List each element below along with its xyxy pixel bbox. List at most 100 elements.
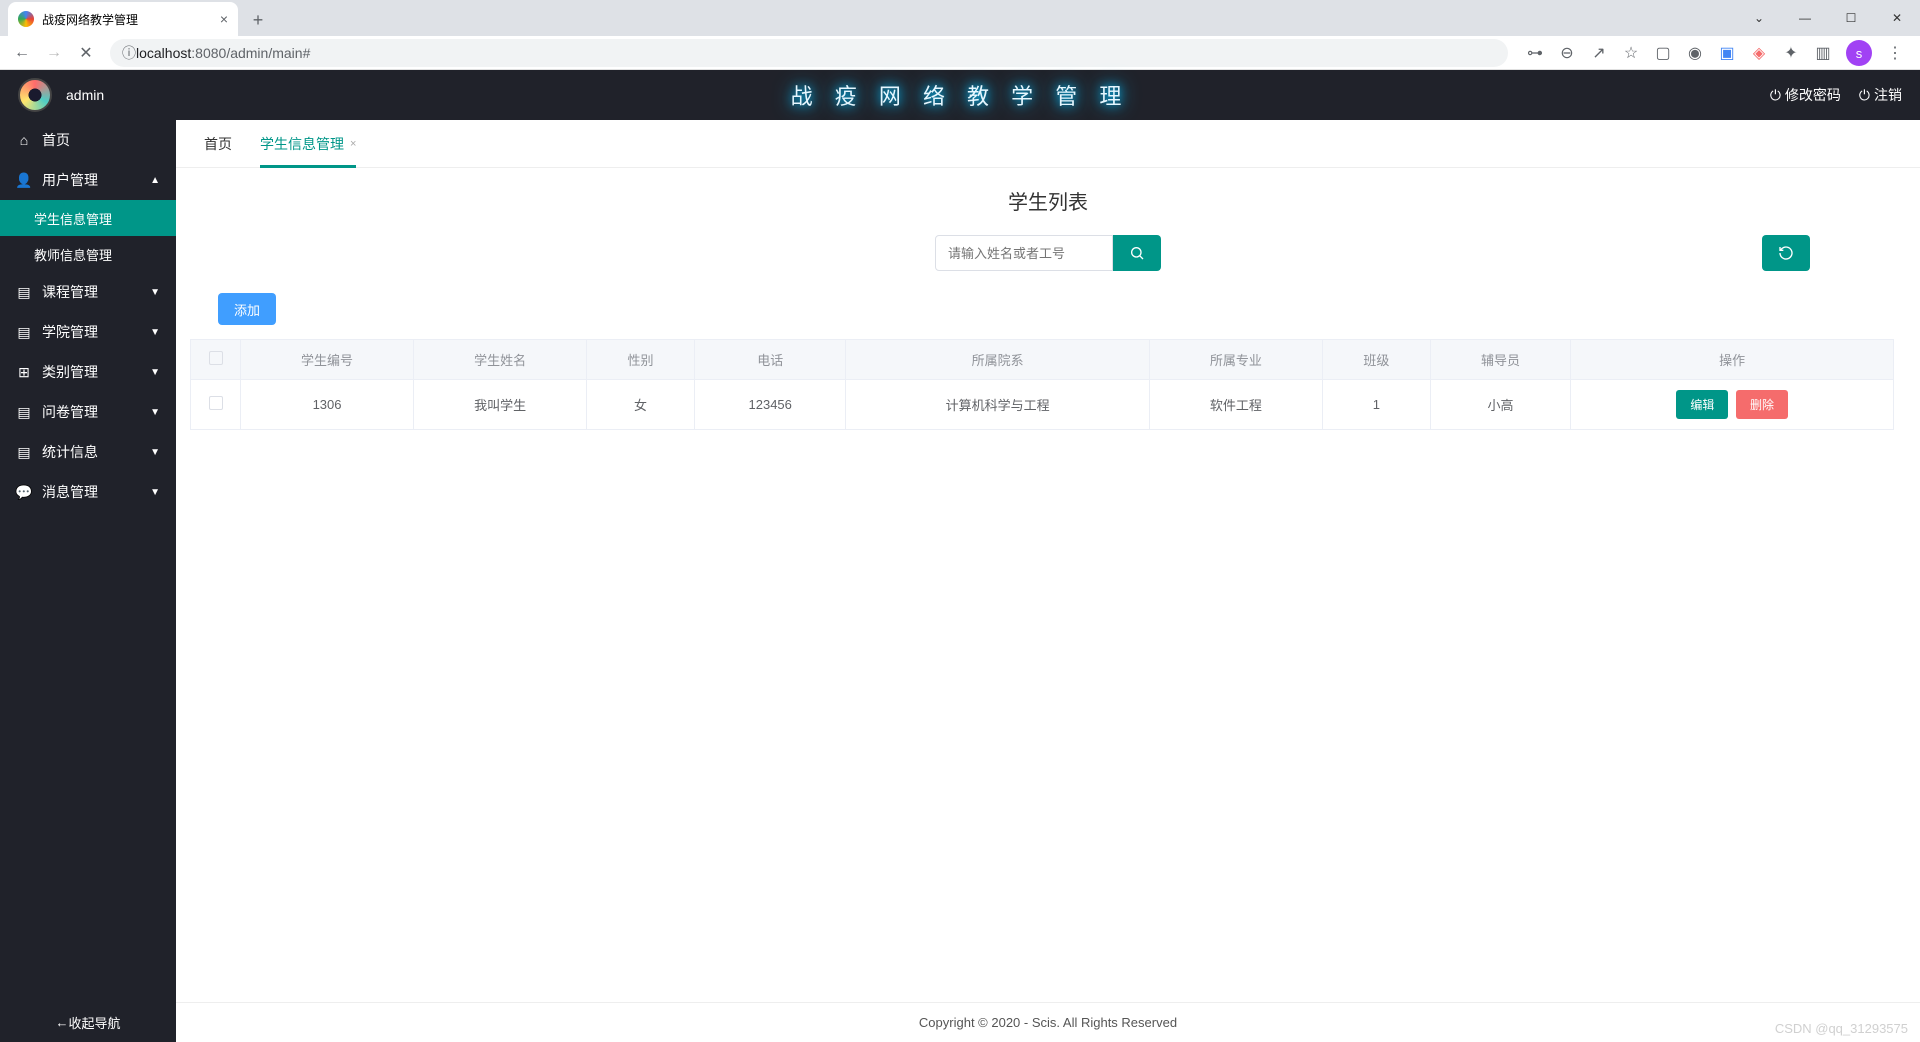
chevron-down-icon: ▼ (150, 327, 160, 338)
cell-name: 我叫学生 (414, 380, 587, 430)
add-button[interactable]: 添加 (218, 293, 276, 325)
url-field[interactable]: ⓘ localhost :8080 /admin/main# (110, 39, 1508, 67)
chevron-down-icon: ▼ (150, 287, 160, 298)
sidebar-item-college[interactable]: ▤ 学院管理 ▼ (0, 312, 176, 352)
sidebar-item-stats[interactable]: ▤ 统计信息 ▼ (0, 432, 176, 472)
change-password-button[interactable]: ⏻ 修改密码 (1770, 85, 1841, 105)
edit-button[interactable]: 编辑 (1676, 390, 1728, 419)
power-icon: ⏻ (1859, 87, 1870, 104)
forward-button[interactable]: → (40, 39, 68, 67)
cell-tutor: 小高 (1430, 380, 1570, 430)
col-class: 班级 (1322, 340, 1430, 380)
menu-icon[interactable]: ⋮ (1886, 44, 1904, 62)
user-icon: 👤 (16, 172, 32, 189)
col-dept: 所属院系 (846, 340, 1149, 380)
username-label: admin (66, 87, 104, 103)
chevron-down-icon: ▼ (150, 447, 160, 458)
col-gender: 性别 (587, 340, 695, 380)
sidebar-item-label: 问卷管理 (42, 402, 98, 422)
sidebar-item-label: 教师信息管理 (34, 245, 112, 264)
sidebar-subitem-student[interactable]: 学生信息管理 (0, 200, 176, 236)
page-title: 学生列表 (176, 168, 1920, 227)
star-icon[interactable]: ☆ (1622, 44, 1640, 62)
data-table: 学生编号 学生姓名 性别 电话 所属院系 所属专业 班级 辅导员 操作 (190, 339, 1894, 430)
search-row (176, 227, 1920, 289)
doc-icon: ▤ (16, 324, 32, 341)
puzzle-icon[interactable]: ✦ (1782, 44, 1800, 62)
key-icon[interactable]: ⊶ (1526, 44, 1544, 62)
camera-icon[interactable]: ◉ (1686, 44, 1704, 62)
tab-student-info[interactable]: 学生信息管理 × (260, 120, 356, 168)
logout-label: 注销 (1874, 85, 1902, 105)
app-title: 战 疫 网 络 教 学 管 理 (791, 79, 1130, 111)
sidebar-item-label: 学生信息管理 (34, 209, 112, 228)
chevron-down-icon[interactable]: ⌄ (1736, 2, 1782, 34)
url-path: /admin/main# (226, 45, 310, 61)
tab-home[interactable]: 首页 (204, 120, 232, 168)
close-tab-icon[interactable]: × (220, 11, 228, 27)
share-icon[interactable]: ↗ (1590, 44, 1608, 62)
logout-button[interactable]: ⏻ 注销 (1859, 85, 1902, 105)
cell-major: 软件工程 (1149, 380, 1322, 430)
cell-id: 1306 (241, 380, 414, 430)
profile-avatar[interactable]: s (1846, 40, 1872, 66)
col-id: 学生编号 (241, 340, 414, 380)
collapse-label: 收起导航 (68, 1013, 120, 1032)
info-icon: ⓘ (122, 43, 136, 63)
sidebar-item-survey[interactable]: ▤ 问卷管理 ▼ (0, 392, 176, 432)
sidebar-item-label: 学院管理 (42, 322, 98, 342)
footer: Copyright © 2020 - Scis. All Rights Rese… (176, 1002, 1920, 1042)
page-tabs: 首页 学生信息管理 × (176, 120, 1920, 168)
sidebar-item-messages[interactable]: 💬 消息管理 ▼ (0, 472, 176, 512)
sidebar-item-user-mgmt[interactable]: 👤 用户管理 ▲ (0, 160, 176, 200)
sidebar-item-category[interactable]: ⊞ 类别管理 ▼ (0, 352, 176, 392)
plus-icon: ⊞ (16, 364, 32, 381)
new-tab-button[interactable]: + (244, 6, 272, 34)
browser-tab[interactable]: 战疫网络教学管理 × (8, 2, 238, 36)
tab-title: 战疫网络教学管理 (42, 11, 138, 28)
search-input[interactable] (935, 235, 1113, 271)
watermark: CSDN @qq_31293575 (1775, 1021, 1908, 1036)
sidebar-subitem-teacher[interactable]: 教师信息管理 (0, 236, 176, 272)
col-ops: 操作 (1571, 340, 1894, 380)
sidebar-item-course[interactable]: ▤ 课程管理 ▼ (0, 272, 176, 312)
content-area: 学生列表 添加 学生编号 学 (176, 168, 1920, 1002)
zoom-icon[interactable]: ⊖ (1558, 44, 1576, 62)
close-tab-icon[interactable]: × (350, 138, 356, 150)
table-header-row: 学生编号 学生姓名 性别 电话 所属院系 所属专业 班级 辅导员 操作 (191, 340, 1894, 380)
chevron-down-icon: ▼ (150, 407, 160, 418)
sidebar-item-home[interactable]: ⌂ 首页 (0, 120, 176, 160)
panel-icon[interactable]: ▥ (1814, 44, 1832, 62)
shield-icon[interactable]: ◈ (1750, 44, 1768, 62)
collapse-sidebar-button[interactable]: ← 收起导航 (0, 1002, 176, 1042)
logo-icon (18, 78, 52, 112)
row-checkbox[interactable] (209, 396, 223, 410)
chat-icon: 💬 (16, 484, 32, 501)
chevron-down-icon: ▼ (150, 367, 160, 378)
close-window-button[interactable]: ✕ (1874, 2, 1920, 34)
refresh-icon (1778, 245, 1794, 261)
cell-ops: 编辑 删除 (1571, 380, 1894, 430)
stop-button[interactable]: ✕ (72, 39, 100, 67)
search-button[interactable] (1113, 235, 1161, 271)
chevron-up-icon: ▲ (150, 175, 160, 186)
table-row: 1306 我叫学生 女 123456 计算机科学与工程 软件工程 1 小高 编辑… (191, 380, 1894, 430)
maximize-button[interactable]: ☐ (1828, 2, 1874, 34)
col-phone: 电话 (694, 340, 845, 380)
browser-chrome: 战疫网络教学管理 × + ⌄ ― ☐ ✕ ← → ✕ ⓘ localhost :… (0, 0, 1920, 70)
ext1-icon[interactable]: ▢ (1654, 44, 1672, 62)
delete-button[interactable]: 删除 (1736, 390, 1788, 419)
tab-label: 学生信息管理 (260, 134, 344, 154)
power-icon: ⏻ (1770, 87, 1781, 104)
copyright-text: Copyright © 2020 - Scis. All Rights Rese… (919, 1015, 1177, 1030)
image-icon[interactable]: ▣ (1718, 44, 1736, 62)
col-major: 所属专业 (1149, 340, 1322, 380)
select-all-checkbox[interactable] (209, 351, 223, 365)
minimize-button[interactable]: ― (1782, 2, 1828, 34)
tab-bar: 战疫网络教学管理 × + ⌄ ― ☐ ✕ (0, 0, 1920, 36)
cell-gender: 女 (587, 380, 695, 430)
back-button[interactable]: ← (8, 39, 36, 67)
refresh-button[interactable] (1762, 235, 1810, 271)
sidebar-item-label: 统计信息 (42, 442, 98, 462)
favicon-icon (18, 11, 34, 27)
